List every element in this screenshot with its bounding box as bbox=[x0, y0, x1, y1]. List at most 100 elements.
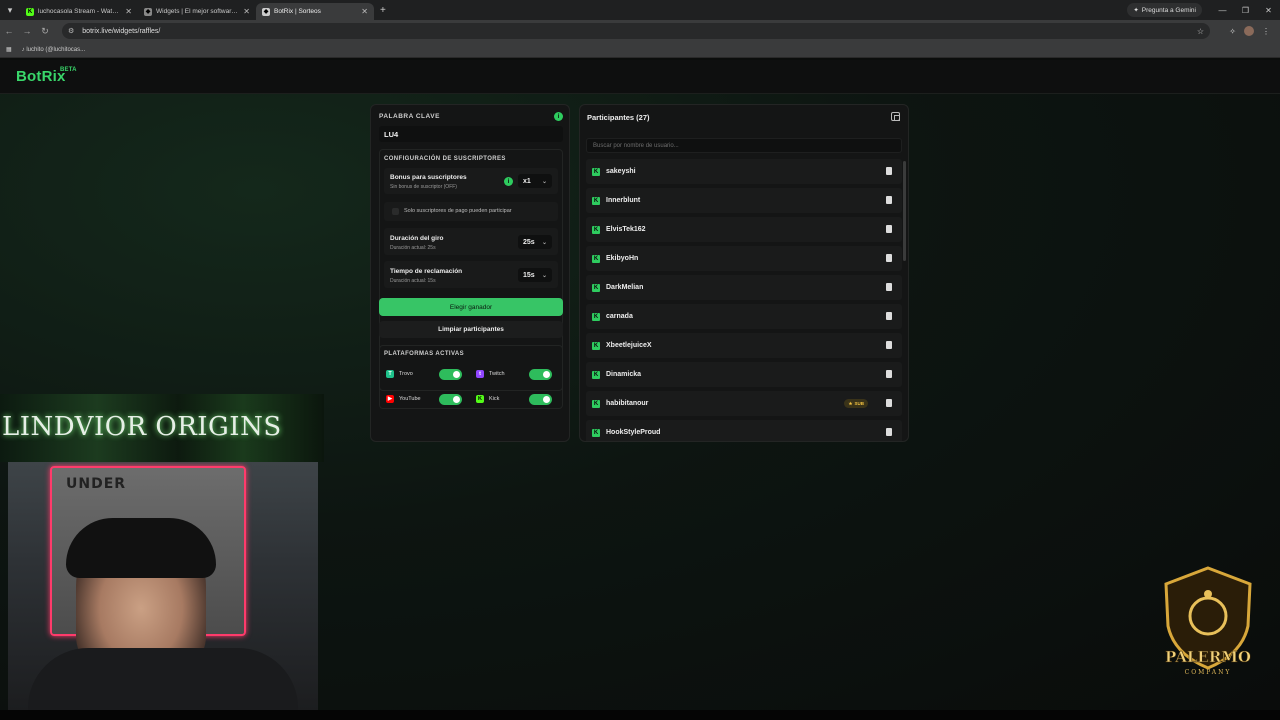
participant-row: K EkibyoHn bbox=[586, 246, 902, 271]
keyword-label: PALABRA CLAVE bbox=[379, 113, 440, 120]
list-scrollbar[interactable] bbox=[903, 161, 906, 261]
menu-icon[interactable]: ⋮ bbox=[1262, 27, 1270, 36]
participant-row: K XbeetlejuiceX bbox=[586, 333, 902, 358]
twitch-icon: t bbox=[476, 370, 484, 378]
url-field[interactable]: ⚙ botrix.live/widgets/raffles/ ☆ bbox=[62, 23, 1210, 39]
new-tab-button[interactable]: + bbox=[380, 5, 386, 16]
star-icon: ★ bbox=[848, 400, 853, 406]
trash-icon[interactable] bbox=[886, 399, 892, 407]
participant-row: Khabibitanour ★ SUB bbox=[586, 391, 902, 416]
participant-name: DarkMelian bbox=[606, 284, 644, 291]
bookmark-star-icon[interactable]: ☆ bbox=[1197, 27, 1204, 36]
participant-row: K HookStyleProud bbox=[586, 420, 902, 441]
forward-icon[interactable]: → bbox=[18, 26, 36, 36]
participant-row: Kcarnada bbox=[586, 304, 902, 329]
sub-badge: ★ SUB bbox=[844, 399, 868, 408]
tab-luchocasola[interactable]: K luchocasola Stream - Watch Live ✕ bbox=[20, 3, 138, 20]
platform-twitch: t Twitch bbox=[472, 366, 552, 382]
bookmark-item[interactable]: ♪ luchito (@luchitocas... bbox=[22, 47, 85, 53]
close-icon[interactable]: ✕ bbox=[361, 7, 368, 16]
kick-icon: K bbox=[26, 7, 34, 16]
participant-row: Ksakeyshi bbox=[586, 159, 902, 184]
tab-widgets[interactable]: ◆ Widgets | El mejor software para ✕ bbox=[138, 3, 256, 20]
platform-kick: K Kick bbox=[472, 391, 552, 407]
kick-icon: K bbox=[592, 312, 600, 321]
spin-duration-select[interactable]: 25s ⌄ bbox=[518, 235, 552, 249]
bonus-select[interactable]: x1 ⌄ bbox=[518, 174, 552, 188]
tab-botrix-sorteos[interactable]: ◆ BotRix | Sorteos ✕ bbox=[256, 3, 374, 20]
youtube-icon: ▶ bbox=[386, 395, 394, 403]
back-icon[interactable]: ← bbox=[0, 26, 18, 36]
chevron-down-icon: ⌄ bbox=[541, 178, 547, 185]
twitch-toggle[interactable] bbox=[529, 368, 552, 380]
copy-icon[interactable] bbox=[891, 112, 900, 121]
trash-icon[interactable] bbox=[886, 167, 892, 175]
app-header: BotRix BETA bbox=[0, 60, 1280, 94]
participant-name: ElvisTek162 bbox=[606, 226, 646, 233]
claim-time-card: Tiempo de reclamación Duración actual: 1… bbox=[384, 261, 558, 288]
palermo-logo-text: PALERMO bbox=[1165, 648, 1251, 666]
botrix-icon: ◆ bbox=[262, 7, 270, 16]
tiktok-icon: ♪ bbox=[21, 46, 25, 53]
participant-search-input[interactable]: Buscar por nombre de usuario... bbox=[586, 138, 902, 153]
clear-participants-button[interactable]: Limpiar participantes bbox=[379, 321, 563, 338]
trash-icon[interactable] bbox=[886, 196, 892, 204]
trovo-toggle[interactable] bbox=[439, 368, 462, 380]
trash-icon[interactable] bbox=[886, 283, 892, 291]
trash-icon[interactable] bbox=[886, 312, 892, 320]
chevron-down-icon: ⌄ bbox=[541, 272, 547, 279]
info-icon[interactable]: i bbox=[554, 112, 563, 121]
spin-duration-card: Duración del giro Duración actual: 25s 2… bbox=[384, 228, 558, 255]
participant-row: K DarkMelian bbox=[586, 275, 902, 300]
gemini-button[interactable]: ✦ Pregunta a Gemini bbox=[1127, 3, 1202, 17]
paid-only-checkbox[interactable] bbox=[392, 208, 399, 215]
keyword-input[interactable]: LU4 bbox=[379, 126, 563, 142]
reload-icon[interactable]: ↻ bbox=[36, 26, 54, 37]
restore-icon[interactable]: ❐ bbox=[1234, 0, 1257, 20]
participant-row: K Dinamicka bbox=[586, 362, 902, 387]
trash-icon[interactable] bbox=[886, 370, 892, 378]
palermo-logo-subtext: COMPANY bbox=[1185, 669, 1232, 676]
window-controls: — ❐ ✕ bbox=[1211, 0, 1280, 20]
trash-icon[interactable] bbox=[886, 254, 892, 262]
close-window-icon[interactable]: ✕ bbox=[1257, 0, 1280, 20]
kick-icon: K bbox=[592, 225, 600, 234]
paid-only-label: Solo suscriptores de pago pueden partici… bbox=[404, 208, 512, 214]
chevron-down-icon: ⌄ bbox=[541, 239, 547, 246]
browser-tab-bar: ▾ K luchocasola Stream - Watch Live ✕ ◆ … bbox=[0, 0, 1280, 20]
bookmarks-bar: ▦ ♪ luchito (@luchitocas... bbox=[0, 42, 1280, 58]
participant-name: Dinamicka bbox=[606, 371, 642, 378]
youtube-toggle[interactable] bbox=[439, 393, 462, 405]
botrix-logo[interactable]: BotRix BETA bbox=[16, 67, 77, 85]
kick-icon: K bbox=[592, 399, 600, 408]
toolbar-right: ✧ ⋮ bbox=[1229, 20, 1280, 42]
trash-icon[interactable] bbox=[886, 428, 892, 436]
participant-row: K ElvisTek162 bbox=[586, 217, 902, 242]
kick-icon: K bbox=[592, 167, 600, 176]
participants-panel: Participantes (27) Buscar por nombre de … bbox=[579, 104, 909, 442]
minimize-icon[interactable]: — bbox=[1211, 0, 1234, 20]
botrix-icon: ◆ bbox=[144, 7, 152, 16]
participant-name: XbeetlejuiceX bbox=[606, 342, 652, 349]
profile-avatar[interactable] bbox=[1244, 26, 1254, 36]
close-icon[interactable]: ✕ bbox=[243, 7, 250, 16]
apps-icon[interactable]: ▦ bbox=[6, 46, 12, 53]
kick-icon: K bbox=[592, 370, 600, 379]
extensions-icon[interactable]: ✧ bbox=[1229, 27, 1236, 36]
gemini-icon: ✦ bbox=[1133, 7, 1139, 14]
kick-icon: K bbox=[476, 395, 484, 403]
site-info-icon[interactable]: ⚙ bbox=[68, 27, 74, 35]
tab-search-icon[interactable]: ▾ bbox=[0, 0, 20, 20]
raffle-settings-panel: PALABRA CLAVE i LU4 CONFIGURACIÓN DE SUS… bbox=[370, 104, 570, 442]
participant-name: sakeyshi bbox=[606, 168, 636, 175]
close-icon[interactable]: ✕ bbox=[125, 7, 132, 16]
active-platforms-section: PLATAFORMAS ACTIVAS T Trovo t Twitch ▶ Y… bbox=[379, 345, 563, 409]
kick-icon: K bbox=[592, 341, 600, 350]
kick-toggle[interactable] bbox=[529, 393, 552, 405]
trash-icon[interactable] bbox=[886, 225, 892, 233]
paid-only-card[interactable]: Solo suscriptores de pago pueden partici… bbox=[384, 202, 558, 221]
trash-icon[interactable] bbox=[886, 341, 892, 349]
pick-winner-button[interactable]: Elegir ganador bbox=[379, 298, 563, 316]
info-icon[interactable]: i bbox=[504, 177, 513, 186]
claim-time-select[interactable]: 15s ⌄ bbox=[518, 268, 552, 282]
